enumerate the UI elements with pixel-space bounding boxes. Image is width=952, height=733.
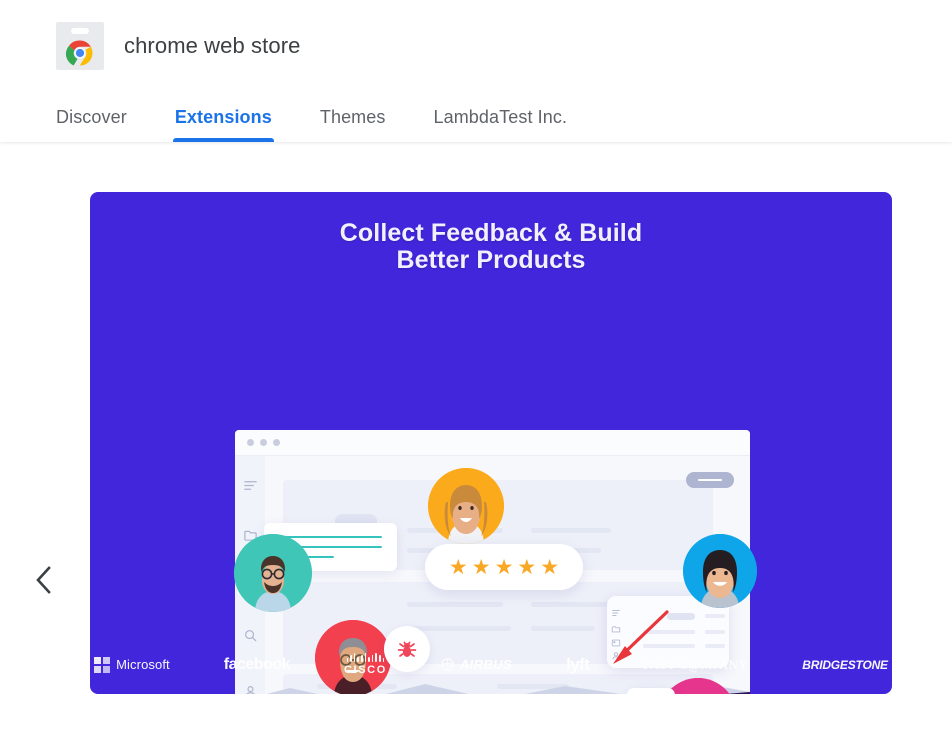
page-title: chrome web store xyxy=(124,33,301,58)
banner-headline-line1: Collect Feedback & Build xyxy=(339,219,643,247)
mockup-skeleton-line xyxy=(407,626,511,631)
tab-discover[interactable]: Discover xyxy=(56,107,127,142)
brand-label: CISCO xyxy=(344,664,387,676)
page-header: chrome web store Discover Extensions The… xyxy=(0,0,952,142)
microsoft-logo-icon xyxy=(94,656,111,673)
tab-extensions[interactable]: Extensions xyxy=(172,107,274,142)
mockup-skeleton-line xyxy=(407,602,503,607)
search-icon xyxy=(243,628,258,643)
bag-handle-shape xyxy=(71,28,89,34)
brand-fast-company: FAST C@MPANY xyxy=(643,657,748,673)
menu-icon xyxy=(243,478,258,493)
brand-label: Microsoft xyxy=(116,657,170,672)
window-dot-close xyxy=(247,439,254,446)
collapse-button[interactable] xyxy=(686,472,734,488)
browser-titlebar xyxy=(235,430,750,456)
brand-facebook: facebook xyxy=(223,655,291,674)
mockup-skeleton-line xyxy=(531,528,611,533)
window-dot-maximize xyxy=(273,439,280,446)
chrome-web-store-logo-icon[interactable] xyxy=(56,22,104,70)
mockup-skeleton-line xyxy=(531,626,595,631)
brand-label: AIRBUS xyxy=(459,657,513,672)
star-icon: ★ xyxy=(471,555,491,579)
star-icon: ★ xyxy=(517,555,537,579)
window-dot-minimize xyxy=(260,439,267,446)
chrome-icon xyxy=(65,38,95,68)
star-rating: ★ ★ ★ ★ ★ xyxy=(425,544,583,590)
star-icon: ★ xyxy=(448,555,468,579)
avatar-woman-blonde xyxy=(428,468,504,544)
banner-headline-line2: Better Products xyxy=(396,246,586,274)
primary-nav-tabs: Discover Extensions Themes LambdaTest In… xyxy=(0,86,952,142)
cisco-logo-icon xyxy=(346,653,385,662)
brand-airbus: AIRBUS xyxy=(441,657,512,672)
thumbs-up-badge xyxy=(627,688,675,694)
brand-row: chrome web store xyxy=(0,0,952,86)
comment-line xyxy=(277,536,382,538)
chevron-left-icon xyxy=(36,566,51,594)
carousel-prev-button[interactable] xyxy=(26,558,62,602)
brand-label: BRIDGESTONE xyxy=(802,657,888,672)
avatar-woman-asian xyxy=(683,534,757,608)
brand-label: facebook xyxy=(223,655,291,673)
star-icon: ★ xyxy=(494,555,514,579)
main-content: Collect Feedback & Build Better Products xyxy=(0,142,952,723)
tab-lambdatest-inc[interactable]: LambdaTest Inc. xyxy=(433,107,567,142)
airbus-logo-icon xyxy=(441,658,454,671)
brand-logo-strip: Microsoft facebook CISCO AIRBUS lyft FAS… xyxy=(90,653,892,676)
brand-bridgestone: BRIDGESTONE xyxy=(802,658,888,672)
brand-microsoft: Microsoft xyxy=(94,656,170,673)
avatar-man-beard xyxy=(234,534,312,612)
brand-label: FAST C@MPANY xyxy=(643,656,749,672)
banner-headline: Collect Feedback & Build Better Products xyxy=(90,220,892,274)
brand-label: lyft xyxy=(566,654,590,674)
annotation-card-line xyxy=(705,630,725,634)
annotation-card-line xyxy=(705,644,725,648)
brand-lyft: lyft xyxy=(566,654,590,675)
tab-themes[interactable]: Themes xyxy=(320,107,386,142)
promo-banner[interactable]: Collect Feedback & Build Better Products xyxy=(90,192,892,694)
star-icon: ★ xyxy=(540,555,560,579)
annotation-card-line xyxy=(705,614,725,618)
brand-cisco: CISCO xyxy=(344,653,387,676)
